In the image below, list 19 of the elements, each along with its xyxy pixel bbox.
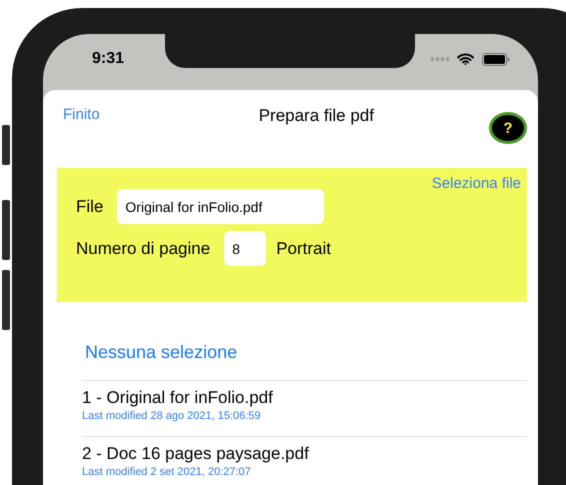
- file-list-item[interactable]: 2 - Doc 16 pages paysage.pdf Last modified 2 set 2021, 20:27:07: [82, 437, 527, 485]
- battery-icon: [482, 52, 510, 66]
- sheet-title: Prepara file pdf: [258, 106, 374, 126]
- signal-dots-icon: [431, 57, 449, 61]
- file-title: 2 - Doc 16 pages paysage.pdf: [82, 444, 310, 464]
- orientation-label: Portrait: [276, 238, 331, 258]
- file-name-field[interactable]: Original for inFolio.pdf: [117, 189, 324, 224]
- no-selection-link[interactable]: Nessuna selezione: [82, 342, 527, 381]
- done-link[interactable]: Finito: [57, 106, 100, 123]
- status-time: 9:31: [92, 50, 124, 68]
- wifi-icon: [457, 53, 474, 65]
- file-label: File: [76, 196, 104, 216]
- file-modified-date: Last modified 2 set 2021, 20:27:07: [82, 466, 252, 478]
- file-list-item[interactable]: 1 - Original for inFolio.pdf Last modified 28 ago 2021, 15:06:59: [82, 381, 527, 437]
- page-count-field[interactable]: 8: [224, 231, 266, 266]
- file-modified-date: Last modified 28 ago 2021, 15:06:59: [82, 410, 262, 422]
- file-title: 1 - Original for inFolio.pdf: [82, 388, 274, 408]
- page-count-label: Numero di pagine: [76, 238, 210, 258]
- help-button[interactable]: ?: [488, 112, 527, 144]
